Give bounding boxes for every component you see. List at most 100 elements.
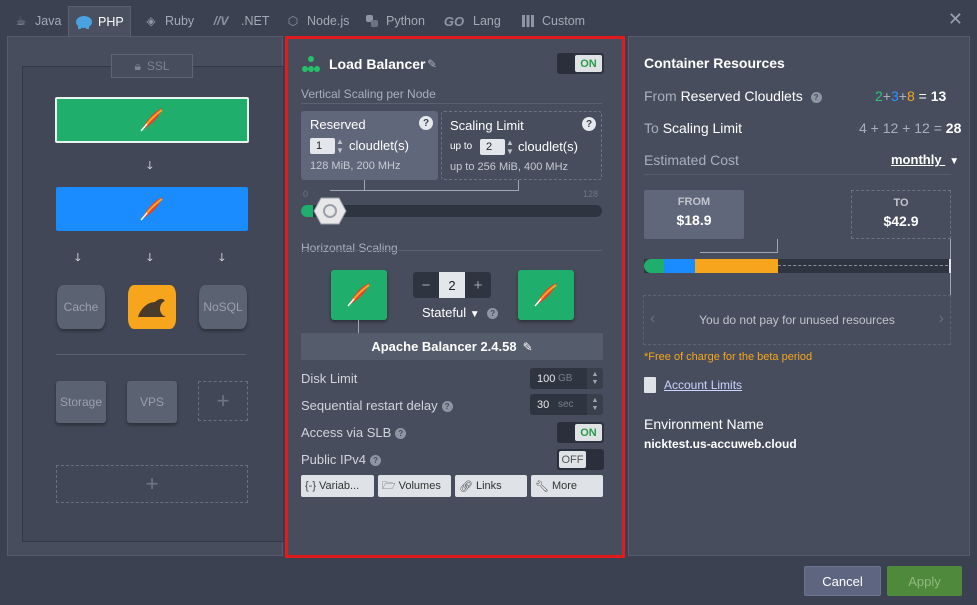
restart-delay-value: 30 xyxy=(537,398,550,411)
divider xyxy=(301,250,602,251)
document-icon xyxy=(644,377,656,393)
tab-nodejs[interactable]: ⬡ Node.js xyxy=(284,6,350,36)
cache-node[interactable]: Cache xyxy=(57,285,105,329)
cost-bar-scaling xyxy=(778,265,948,266)
connector-line xyxy=(950,239,951,259)
connector-line xyxy=(950,273,951,295)
links-button[interactable]: 🔗︎ Links xyxy=(455,475,527,497)
help-icon[interactable]: ? xyxy=(419,116,433,130)
tab-dotnet-label: .NET xyxy=(241,14,270,28)
tab-java[interactable]: ☕ Java xyxy=(12,6,62,36)
tab-python-label: Python xyxy=(386,14,425,28)
sea-lion-db-icon xyxy=(135,292,169,323)
connector-line xyxy=(330,190,519,191)
vps-node[interactable]: VPS xyxy=(127,381,177,423)
node-instance-1[interactable] xyxy=(331,270,387,320)
scaling-limit-row: To Scaling Limit xyxy=(644,120,742,136)
node-instance-2[interactable] xyxy=(518,270,574,320)
decrement-button[interactable]: − xyxy=(413,272,439,298)
tab-dotnet[interactable]: //V .NET xyxy=(206,6,270,36)
more-button[interactable]: 🔧︎ More xyxy=(531,475,603,497)
spinner-icon[interactable]: ▲ ▼ xyxy=(336,137,344,155)
tab-php[interactable]: PHP xyxy=(68,6,131,36)
apache-feather-icon xyxy=(138,105,166,136)
help-icon[interactable]: ? xyxy=(441,401,453,413)
calc-total: 13 xyxy=(930,88,947,104)
variables-button[interactable]: {-} Variab... xyxy=(301,475,374,497)
increment-button[interactable]: + xyxy=(465,272,491,298)
node-enabled-toggle[interactable]: ON xyxy=(557,53,604,74)
stack-version-selector[interactable]: Apache Balancer 2.4.58 ✎ xyxy=(301,333,603,360)
toggle-off-label: OFF xyxy=(559,451,586,468)
ipv4-toggle[interactable]: OFF xyxy=(557,449,604,470)
tab-php-label: PHP xyxy=(98,14,124,29)
scaling-limit-box: Scaling Limit ? up to 2 ▲ ▼ cloudlet(s) u… xyxy=(441,111,602,180)
plus-icon: + xyxy=(145,471,159,496)
disk-limit-value: 100 xyxy=(537,372,556,385)
spinner-icon[interactable]: ▲ ▼ xyxy=(506,138,514,156)
tab-go[interactable]: GO Lang xyxy=(440,6,501,36)
calc-lb: 2 xyxy=(875,88,883,104)
tab-ruby[interactable]: ◈ Ruby xyxy=(142,6,194,36)
slb-toggle[interactable]: ON xyxy=(557,422,604,443)
mysql-node[interactable] xyxy=(128,285,176,329)
reserved-cloudlets-label: Reserved Cloudlets xyxy=(680,88,803,104)
close-icon[interactable]: ✕ xyxy=(948,9,963,30)
resources-title: Container Resources xyxy=(644,55,785,71)
help-icon[interactable]: ? xyxy=(370,455,382,467)
divider xyxy=(56,354,246,355)
tab-custom[interactable]: Custom xyxy=(519,6,585,36)
app-server-node[interactable] xyxy=(56,187,248,231)
reserved-label: Reserved xyxy=(310,117,366,132)
restart-delay-input[interactable]: 30 sec ▲ ▼ xyxy=(530,394,603,415)
slider-handle[interactable] xyxy=(313,197,347,228)
help-icon[interactable]: ? xyxy=(395,428,407,440)
spinner-icon[interactable]: ▲ ▼ xyxy=(587,394,603,415)
scaling-limit-input[interactable]: 2 xyxy=(480,139,505,155)
ssl-button[interactable]: 🔒︎ SSL xyxy=(111,54,193,78)
braces-icon: {-} xyxy=(305,480,317,492)
account-limits-link[interactable]: Account Limits xyxy=(644,377,742,393)
volumes-button[interactable]: 🗁 Volumes xyxy=(378,475,451,497)
more-label: More xyxy=(551,480,578,492)
reserved-cloudlets-input[interactable]: 1 xyxy=(310,138,335,154)
node-count-input[interactable]: 2 xyxy=(439,272,465,298)
connector-line xyxy=(700,252,778,253)
storage-node[interactable]: Storage xyxy=(56,381,106,423)
spinner-icon[interactable]: ▲ ▼ xyxy=(587,368,603,389)
disk-limit-input[interactable]: 100 GB ▲ ▼ xyxy=(530,368,603,389)
nosql-node[interactable]: NoSQL xyxy=(199,285,247,329)
java-icon: ☕ xyxy=(15,14,27,28)
add-node-button[interactable]: + xyxy=(198,381,248,421)
ipv4-label: Public IPv4? xyxy=(301,452,382,467)
custom-grid-icon xyxy=(519,12,537,30)
links-label: Links xyxy=(475,480,502,492)
chevron-left-icon[interactable]: ‹ xyxy=(650,310,655,328)
restart-delay-unit: sec xyxy=(558,399,574,410)
scaling-limit-label: Scaling Limit xyxy=(662,120,743,136)
node-title: Load Balancer xyxy=(329,56,426,72)
help-icon[interactable]: ? xyxy=(810,91,822,103)
to-box-label: TO xyxy=(893,197,909,209)
load-balancer-icon xyxy=(301,55,321,76)
scaling-mode-dropdown[interactable]: Stateful ▼ ? xyxy=(422,305,499,320)
chevron-right-icon[interactable]: › xyxy=(939,310,944,328)
load-balancer-node[interactable] xyxy=(55,97,249,143)
help-icon[interactable]: ? xyxy=(582,117,596,131)
period-label: monthly xyxy=(891,152,942,167)
disk-limit-label: Disk Limit xyxy=(301,371,358,386)
period-dropdown[interactable]: monthly ▼ xyxy=(891,152,959,167)
add-layer-button[interactable]: + xyxy=(56,465,248,503)
apache-feather-icon xyxy=(532,280,560,311)
edit-pencil-icon[interactable]: ✎ xyxy=(427,57,437,71)
caret-down-icon: ▼ xyxy=(949,156,960,167)
cost-to-box: TO $42.9 xyxy=(851,190,951,239)
apply-button[interactable]: Apply xyxy=(887,566,962,596)
reserved-box: Reserved ? 1 ▲ ▼ cloudlet(s) 128 MiB, 200… xyxy=(301,111,438,180)
vertical-scaling-title: Vertical Scaling per Node xyxy=(301,87,436,101)
tab-python[interactable]: Python xyxy=(363,6,425,36)
help-icon[interactable]: ? xyxy=(487,308,499,320)
account-limits-label: Account Limits xyxy=(664,378,743,392)
plus-icon: + xyxy=(216,388,230,413)
cancel-button[interactable]: Cancel xyxy=(804,566,881,596)
